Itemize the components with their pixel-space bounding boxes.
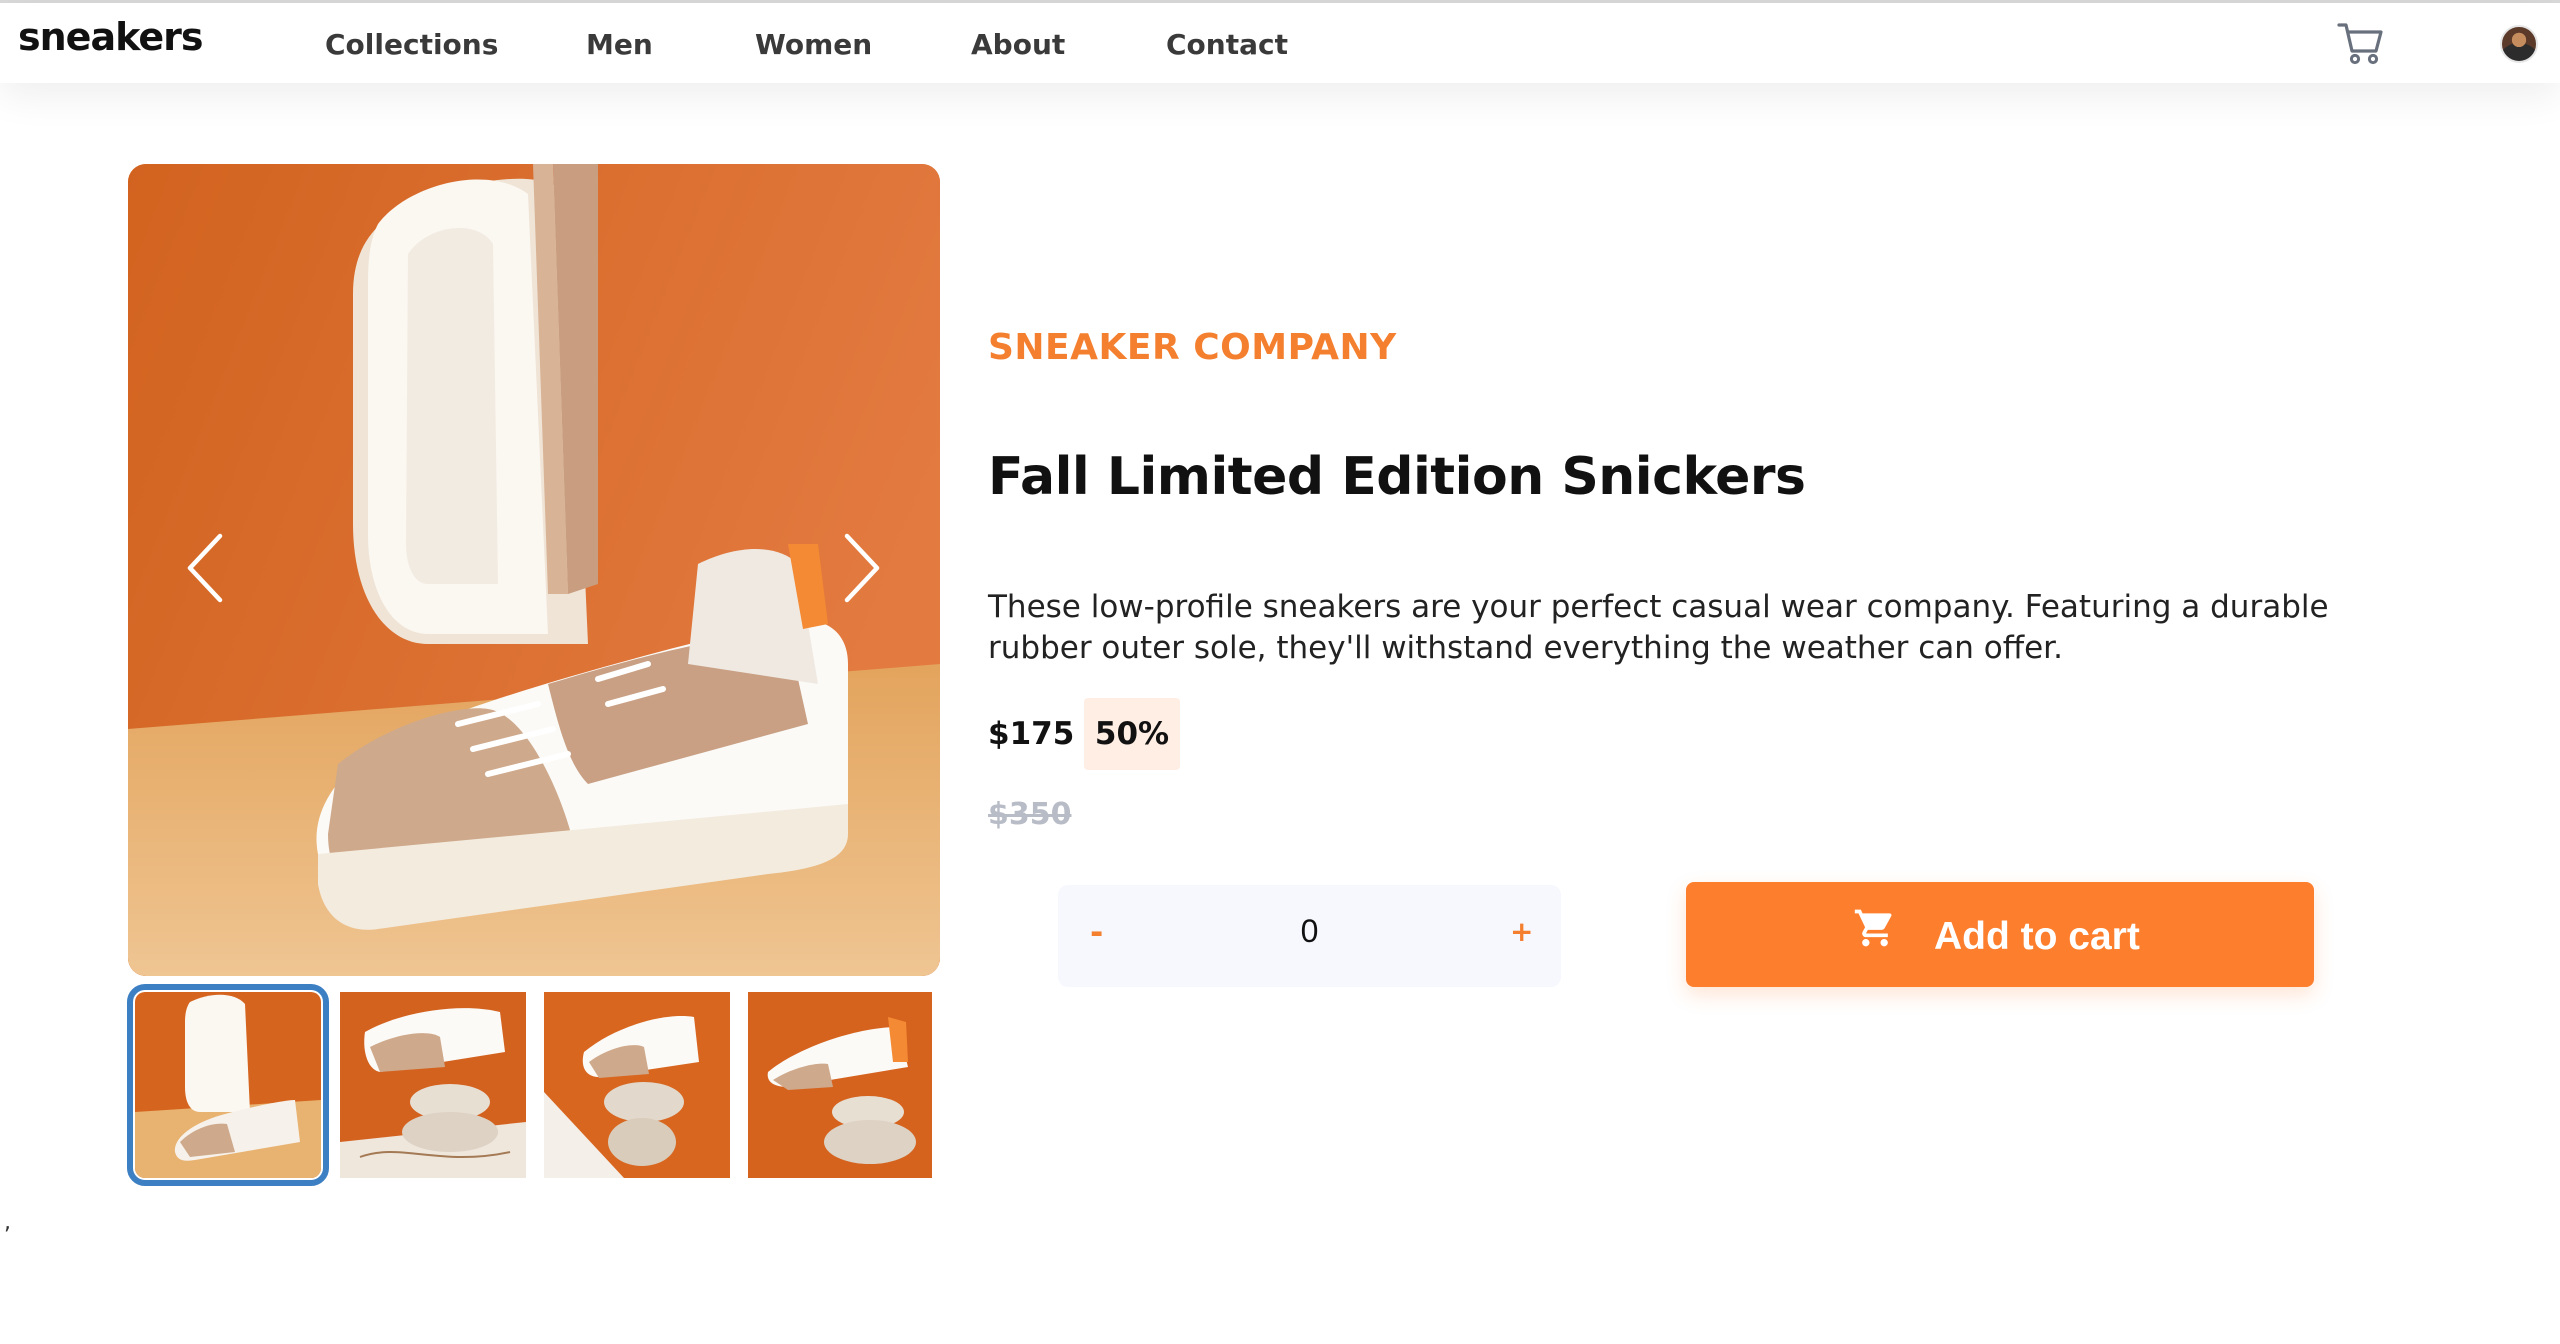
cart-icon [1854,909,1892,947]
nav-link-men[interactable]: Men [586,28,653,61]
cart-icon [2337,23,2383,65]
thumbnail-4[interactable] [748,992,932,1178]
quantity-decrease-button[interactable]: - [1090,913,1103,951]
current-price: $175 [988,716,1075,752]
nav-link-about[interactable]: About [971,28,1065,61]
product-description: These low-profile sneakers are your perf… [988,589,2329,666]
stray-text: , [4,1210,11,1235]
site-logo[interactable]: sneakers [18,15,203,59]
product-title: Fall Limited Edition Snickers [988,447,1806,507]
cart-button[interactable] [2336,19,2386,67]
company-name: SNEAKER COMPANY [988,327,1397,368]
gallery-next-button[interactable] [835,528,885,608]
nav-link-women[interactable]: Women [755,28,872,61]
user-avatar[interactable] [2500,25,2538,63]
chevron-right-icon [844,533,880,603]
quantity-input[interactable]: 0 [1258,913,1361,950]
original-price: $350 [988,797,1072,832]
site-header: sneakers Collections Men Women About Con… [0,3,2560,83]
chevron-left-icon [187,533,223,603]
thumbnail-2[interactable] [340,992,526,1178]
thumbnail-1[interactable] [127,984,329,1186]
quantity-stepper: - 0 + [1058,885,1561,987]
add-to-cart-label: Add to cart [1934,915,2140,958]
nav-link-collections[interactable]: Collections [325,28,498,61]
discount-badge: 50% [1084,698,1180,770]
gallery-prev-button[interactable] [182,528,232,608]
quantity-increase-button[interactable]: + [1510,915,1533,948]
add-to-cart-button[interactable]: Add to cart [1686,882,2314,987]
product-main-image [128,164,940,976]
nav-link-contact[interactable]: Contact [1166,28,1288,61]
thumbnail-3[interactable] [544,992,730,1178]
